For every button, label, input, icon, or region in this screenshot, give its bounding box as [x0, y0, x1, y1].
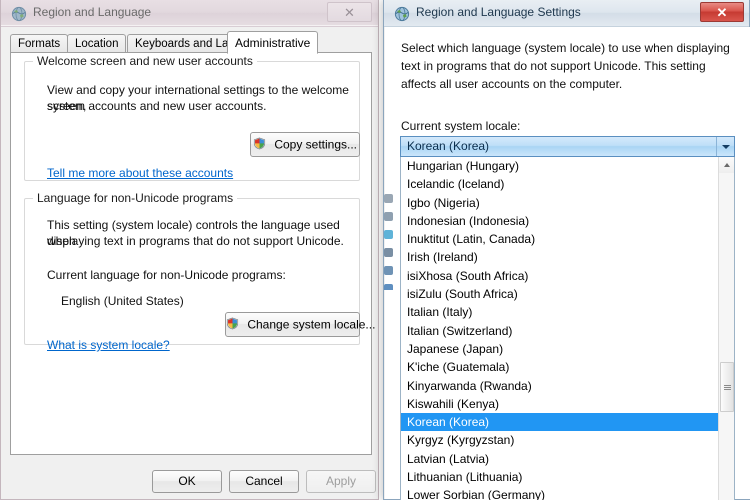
list-item[interactable]: Lithuanian (Lithuania) — [401, 468, 719, 486]
window1-titlebar[interactable]: Region and Language ✕ — [1, 0, 378, 27]
tab-administrative[interactable]: Administrative — [227, 31, 319, 54]
list-item[interactable]: Kyrgyz (Kyrgyzstan) — [401, 431, 719, 449]
current-language-label: Current language for non-Unicode program… — [47, 268, 286, 282]
tab-formats[interactable]: Formats — [10, 34, 69, 53]
copy-settings-button-label: Copy settings... — [274, 137, 358, 152]
globe-icon — [11, 6, 27, 22]
window2-body: Select which language (system locale) to… — [385, 27, 750, 500]
system-locale-combobox[interactable]: Korean (Korea) — [400, 136, 735, 157]
apply-button: Apply — [306, 470, 376, 493]
region-and-language-settings-window: Region and Language Settings ✕ Select wh… — [383, 0, 750, 500]
shield-icon — [253, 137, 269, 153]
region-and-language-window: Region and Language ✕ Welcome screen and… — [0, 0, 379, 500]
list-item[interactable]: Japanese (Japan) — [401, 340, 719, 358]
window1-title: Region and Language — [33, 5, 152, 19]
globe-icon — [394, 6, 410, 22]
dropdown-items-container: Hungarian (Hungary) Icelandic (Iceland) Ig… — [401, 157, 719, 500]
welcome-screen-desc-line2: system accounts and new user accounts. — [47, 99, 267, 113]
shield-icon — [226, 317, 242, 333]
window1-close-button[interactable]: ✕ — [327, 2, 372, 22]
change-system-locale-button[interactable]: Change system locale... — [225, 312, 375, 337]
ok-button[interactable]: OK — [152, 470, 222, 493]
tab-location[interactable]: Location — [67, 34, 127, 53]
list-item[interactable]: isiZulu (South Africa) — [401, 285, 719, 303]
tab-administrative-label: Administrative — [235, 36, 311, 50]
scroll-up-button[interactable] — [719, 157, 734, 173]
list-item[interactable]: K'iche (Guatemala) — [401, 358, 719, 376]
non-unicode-desc-line2: displaying text in programs that do not … — [47, 234, 344, 248]
welcome-screen-group-title: Welcome screen and new user accounts — [33, 54, 257, 68]
list-item[interactable]: Kinyarwanda (Rwanda) — [401, 377, 719, 395]
apply-button-label: Apply — [325, 474, 357, 488]
list-item[interactable]: Inuktitut (Latin, Canada) — [401, 230, 719, 248]
what-is-system-locale-link[interactable]: What is system locale? — [47, 338, 170, 352]
list-item[interactable]: Lower Sorbian (Germany) — [401, 486, 719, 500]
ok-button-label: OK — [178, 474, 196, 488]
list-item[interactable]: Latvian (Latvia) — [401, 450, 719, 468]
window2-close-button[interactable]: ✕ — [700, 2, 744, 22]
non-unicode-language-group: Language for non-Unicode programs This s… — [24, 191, 375, 352]
scrollbar-thumb[interactable] — [720, 362, 734, 412]
tab-location-label: Location — [75, 38, 119, 50]
list-item[interactable]: isiXhosa (South Africa) — [401, 267, 719, 285]
list-item[interactable]: Igbo (Nigeria) — [401, 194, 719, 212]
list-item[interactable]: Hungarian (Hungary) — [401, 157, 719, 175]
window1-footer: OK Cancel Apply — [1, 458, 378, 498]
tell-me-more-accounts-link[interactable]: Tell me more about these accounts — [47, 166, 233, 180]
list-item[interactable]: Italian (Switzerland) — [401, 322, 719, 340]
window2-title: Region and Language Settings — [416, 5, 581, 19]
list-item[interactable]: Irish (Ireland) — [401, 248, 719, 266]
cancel-button-label: Cancel — [245, 474, 283, 488]
tab-formats-label: Formats — [18, 38, 61, 50]
welcome-screen-group: Welcome screen and new user accounts Vie… — [24, 54, 360, 181]
current-system-locale-label: Current system locale: — [401, 119, 521, 133]
list-item[interactable]: Italian (Italy) — [401, 303, 719, 321]
cancel-button[interactable]: Cancel — [229, 470, 299, 493]
window2-titlebar[interactable]: Region and Language Settings ✕ — [384, 0, 749, 27]
tab-strip: Formats Location Keyboards and Languages… — [10, 31, 372, 54]
non-unicode-language-group-title: Language for non-Unicode programs — [33, 191, 238, 205]
list-item[interactable]: Icelandic (Iceland) — [401, 175, 719, 193]
list-item[interactable]: Kiswahili (Kenya) — [401, 395, 719, 413]
screen-root: Co Region and Language ✕ Welcome screen … — [0, 0, 750, 500]
list-item[interactable]: Korean (Korea) — [401, 413, 719, 432]
chevron-down-icon[interactable] — [716, 137, 734, 156]
system-locale-description: Select which language (system locale) to… — [401, 41, 730, 91]
tab-panel-administrative: Welcome screen and new user accounts Vie… — [10, 52, 375, 455]
system-locale-dropdown-list[interactable]: Hungarian (Hungary) Icelandic (Iceland) Ig… — [400, 157, 735, 500]
copy-settings-button[interactable]: Copy settings... — [250, 132, 360, 157]
change-system-locale-button-label: Change system locale... — [247, 317, 376, 332]
current-language-value: English (United States) — [61, 294, 184, 308]
dropdown-scrollbar[interactable] — [718, 157, 734, 500]
list-item[interactable]: Indonesian (Indonesia) — [401, 212, 719, 230]
system-locale-combobox-value: Korean (Korea) — [407, 139, 490, 153]
